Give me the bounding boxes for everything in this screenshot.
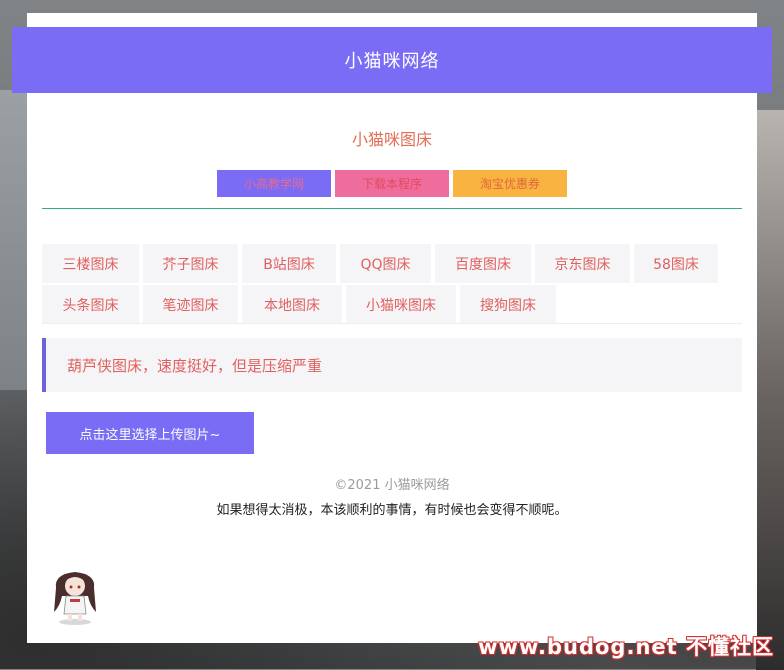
tab-jingdong[interactable]: 京东图床	[535, 244, 630, 283]
main-card	[27, 13, 757, 643]
taobao-coupon-button[interactable]: 淘宝优惠券	[453, 170, 567, 197]
tabs-underline	[42, 323, 742, 324]
anime-girl-mascot-icon	[54, 572, 96, 625]
background-photo-right	[756, 110, 784, 670]
tab-biji[interactable]: 笔迹图床	[143, 285, 238, 324]
tab-qq[interactable]: QQ图床	[340, 244, 431, 283]
tab-toutiao[interactable]: 头条图床	[42, 285, 139, 324]
upload-image-button[interactable]: 点击这里选择上传图片~	[46, 412, 254, 454]
download-program-button[interactable]: 下载本程序	[335, 170, 449, 197]
tab-local[interactable]: 本地图床	[242, 285, 342, 324]
header-bar: 小猫咪网络	[12, 27, 772, 93]
host-description-notice: 葫芦侠图床，速度挺好，但是压缩严重	[42, 338, 742, 392]
nav-button-group: 小高教学网 下载本程序 淘宝优惠券	[217, 170, 567, 197]
tab-58[interactable]: 58图床	[634, 244, 718, 283]
footer-quote: 如果想得太消极，本该顺利的事情，有时候也会变得不顺呢。	[216, 503, 568, 518]
tab-jiezi[interactable]: 芥子图床	[143, 244, 238, 283]
tab-sogou[interactable]: 搜狗图床	[460, 285, 556, 324]
site-title: 小猫咪网络	[344, 51, 440, 72]
tab-row-2: 头条图床 笔迹图床 本地图床 小猫咪图床 搜狗图床	[42, 285, 742, 324]
tab-xiaomaomi[interactable]: 小猫咪图床	[346, 285, 456, 324]
tab-row-1: 三楼图床 芥子图床 B站图床 QQ图床 百度图床 京东图床 58图床	[42, 244, 742, 283]
image-host-tabs: 三楼图床 芥子图床 B站图床 QQ图床 百度图床 京东图床 58图床 头条图床 …	[42, 244, 742, 326]
tab-baidu[interactable]: 百度图床	[435, 244, 531, 283]
background-photo-left	[0, 90, 30, 390]
copyright-text: ©2021 小猫咪网络	[334, 478, 450, 493]
tab-bilibili[interactable]: B站图床	[242, 244, 336, 283]
tutorial-site-button[interactable]: 小高教学网	[217, 170, 331, 197]
page-subtitle: 小猫咪图床	[351, 130, 432, 149]
section-divider	[42, 208, 742, 209]
tab-sanlou[interactable]: 三楼图床	[42, 244, 139, 283]
site-watermark: www.budog.net 不懂社区	[478, 635, 774, 659]
